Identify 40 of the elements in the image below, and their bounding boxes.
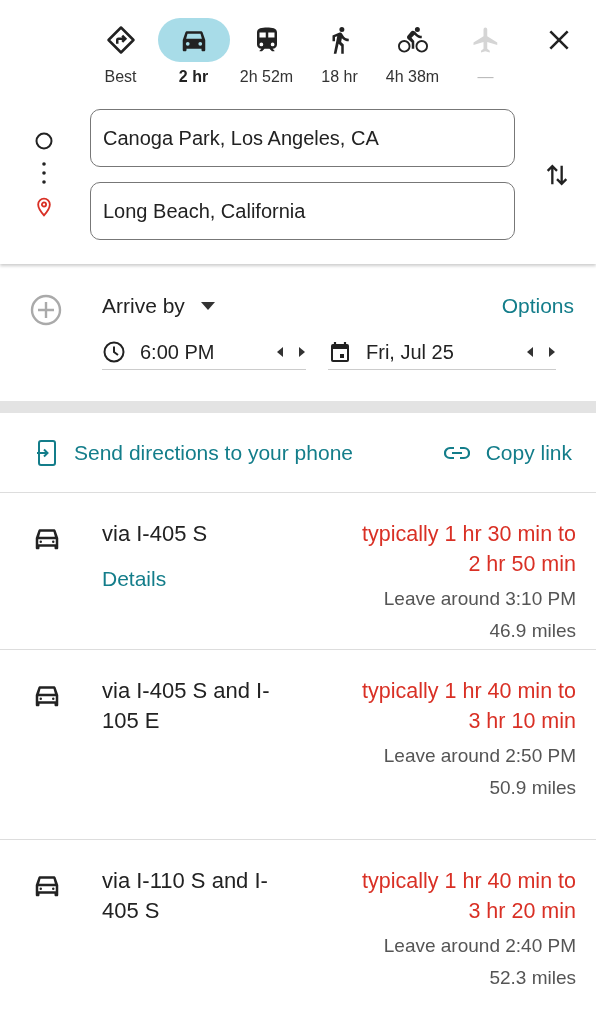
date-value: Fri, Jul 25 [366, 340, 455, 364]
leave-time: Leave around 3:10 PM [383, 587, 576, 611]
arrive-by-dropdown[interactable]: Arrive by [102, 294, 215, 318]
turn-sign-icon [105, 25, 136, 55]
route-name: via I-110 S and I-405 S [102, 867, 269, 925]
route-distance: 52.3 miles [489, 966, 576, 990]
leave-time: Leave around 2:50 PM [383, 744, 576, 768]
travel-mode-tab[interactable]: 18 hr [303, 18, 376, 86]
phone-icon [36, 439, 58, 467]
travel-duration: typically 1 hr 40 min to 3 hr 20 min [361, 868, 576, 925]
travel-duration: typically 1 hr 30 min to 2 hr 50 min [361, 521, 576, 578]
options-link[interactable]: Options [501, 294, 574, 318]
origin-circle-icon [34, 130, 54, 151]
travel-duration: typically 1 hr 40 min to 3 hr 10 min [361, 678, 576, 735]
travel-mode-tab[interactable]: 4h 38m [376, 18, 449, 86]
date-picker[interactable]: Fri, Jul 25 [328, 340, 556, 370]
route-name: via I-405 S and I-105 E [102, 677, 271, 735]
clock-icon [102, 340, 126, 364]
details-link[interactable]: Details [102, 567, 167, 591]
origin-field[interactable]: Canoga Park, Los Angeles, CA [90, 109, 515, 167]
calendar-icon [328, 340, 352, 364]
destination-field[interactable]: Long Beach, California [90, 182, 515, 240]
travel-mode-tab[interactable]: 2h 52m [230, 18, 303, 86]
time-picker[interactable]: 6:00 PM [102, 340, 306, 370]
send-to-phone-link[interactable]: Send directions to your phone [36, 439, 354, 467]
route-distance: 46.9 miles [489, 619, 576, 643]
dots-icon [41, 160, 47, 185]
time-value: 6:00 PM [140, 340, 216, 364]
next-arrow-icon[interactable] [548, 346, 556, 358]
next-arrow-icon[interactable] [298, 346, 306, 358]
route-distance: 50.9 miles [489, 776, 576, 800]
previous-arrow-icon[interactable] [526, 346, 534, 358]
bicycle-icon [396, 25, 429, 55]
route-name: via I-405 S [102, 520, 209, 548]
copy-link-button[interactable]: Copy link [443, 439, 572, 467]
previous-arrow-icon[interactable] [276, 346, 284, 358]
dropdown-caret-icon [200, 302, 215, 310]
link-icon [443, 446, 470, 460]
travel-mode-tab[interactable]: Best [84, 18, 157, 86]
leave-time: Leave around 2:40 PM [383, 934, 576, 958]
